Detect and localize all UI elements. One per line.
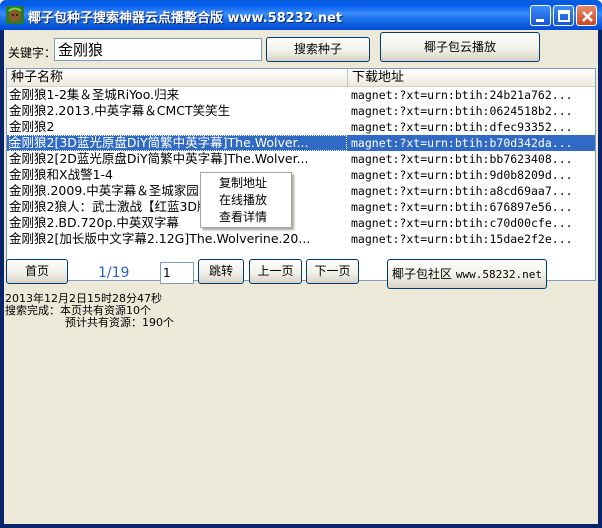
- minimize-icon: [536, 19, 544, 22]
- column-header-address[interactable]: 下载地址: [348, 69, 595, 87]
- first-page-button[interactable]: 首页: [6, 259, 68, 284]
- menu-item-view-details[interactable]: 查看详情: [201, 209, 291, 226]
- table-row[interactable]: 金刚狼2[2D蓝光原盘DiY简繁中英字幕]The.Wolver... magnet…: [7, 151, 595, 167]
- search-torrent-button[interactable]: 搜索种子: [266, 37, 370, 62]
- page-indicator: 1/19: [98, 265, 130, 281]
- torrent-name: 金刚狼2[加长版中文字幕2.12G]The.Wolverine.20...: [9, 231, 311, 246]
- magnet-link: magnet:?xt=urn:btih:0624518b2...: [351, 104, 573, 118]
- magnet-link: magnet:?xt=urn:btih:bb7623408...: [351, 152, 573, 166]
- prev-page-button[interactable]: 上一页: [249, 259, 302, 284]
- torrent-name: 金刚狼2[2D蓝光原盘DiY简繁中英字幕]The.Wolver...: [9, 151, 309, 166]
- list-rows: 金刚狼1-2集＆圣城RiYoo.归来 magnet:?xt=urn:btih:24…: [7, 87, 595, 247]
- torrent-name: 金刚狼1-2集＆圣城RiYoo.归来: [9, 87, 180, 102]
- log-total-count: 预计共有资源：190个: [65, 316, 174, 329]
- table-row[interactable]: 金刚狼.2009.中英字幕＆圣城家园 magnet:?xt=urn:btih:a8…: [7, 183, 595, 199]
- table-row[interactable]: 金刚狼2 magnet:?xt=urn:btih:dfec93352...: [7, 119, 595, 135]
- cloud-play-button[interactable]: 椰子包云播放: [380, 32, 540, 62]
- torrent-name: 金刚狼.2009.中英字幕＆圣城家园: [9, 183, 199, 198]
- close-icon: [582, 11, 593, 22]
- magnet-link: magnet:?xt=urn:btih:24b21a762...: [351, 88, 573, 102]
- magnet-link: magnet:?xt=urn:btih:9d0b8209d...: [351, 168, 573, 182]
- title-bar[interactable]: 椰子包种子搜索神器云点播整合版 www.58232.net: [0, 0, 602, 30]
- keyword-input[interactable]: [54, 38, 262, 61]
- community-label: 椰子包社区: [392, 267, 453, 281]
- column-header-name[interactable]: 种子名称: [7, 69, 348, 87]
- torrent-name: 金刚狼2.2013.中英字幕＆CMCT笑笑生: [9, 103, 231, 118]
- table-row[interactable]: 金刚狼和X战警1-4 magnet:?xt=urn:btih:9d0b8209d.…: [7, 167, 595, 183]
- community-url: www.58232.net: [455, 268, 542, 281]
- table-row[interactable]: 金刚狼1-2集＆圣城RiYoo.归来 magnet:?xt=urn:btih:24…: [7, 87, 595, 103]
- community-button[interactable]: 椰子包社区 www.58232.net: [387, 259, 547, 289]
- torrent-name: 金刚狼和X战警1-4: [9, 167, 113, 182]
- window-title: 椰子包种子搜索神器云点播整合版 www.58232.net: [28, 11, 343, 26]
- table-row-selected[interactable]: 金刚狼2[3D蓝光原盘DiY简繁中英字幕]The.Wolver... magnet…: [7, 135, 595, 151]
- table-row[interactable]: 金刚狼2.BD.720p.中英双字幕 magnet:?xt=urn:btih:c7…: [7, 215, 595, 231]
- table-row[interactable]: 金刚狼2狼人：武士激战【红蓝3D版】 magnet:?xt=urn:btih:67…: [7, 199, 595, 215]
- app-window: 椰子包种子搜索神器云点播整合版 www.58232.net 关键字： 搜索种子 …: [0, 0, 602, 528]
- context-menu: 复制地址 在线播放 查看详情: [200, 172, 292, 228]
- list-header: 种子名称 下载地址: [7, 69, 595, 87]
- magnet-link: magnet:?xt=urn:btih:676897e56...: [351, 200, 573, 214]
- coconut-app-icon: [6, 6, 24, 24]
- table-row[interactable]: 金刚狼2[加长版中文字幕2.12G]The.Wolverine.20... mag…: [7, 231, 595, 247]
- minimize-button[interactable]: [530, 5, 551, 26]
- magnet-link: magnet:?xt=urn:btih:15dae2f2e...: [351, 232, 573, 246]
- menu-item-play-online[interactable]: 在线播放: [201, 192, 291, 209]
- torrent-name: 金刚狼2: [9, 119, 55, 134]
- next-page-button[interactable]: 下一页: [306, 259, 359, 284]
- torrent-name: 金刚狼2[3D蓝光原盘DiY简繁中英字幕]The.Wolver...: [9, 135, 347, 151]
- magnet-link: magnet:?xt=urn:btih:a8cd69aa7...: [351, 184, 573, 198]
- torrent-list[interactable]: 种子名称 下载地址 金刚狼1-2集＆圣城RiYoo.归来 magnet:?xt=u…: [6, 68, 596, 281]
- maximize-button[interactable]: [553, 5, 574, 26]
- status-log: 2013年12月2日15时28分47秒 搜索完成：本页共有资源10个 预计共有资…: [4, 293, 598, 524]
- keyword-label: 关键字：: [8, 46, 57, 60]
- torrent-name: 金刚狼2.BD.720p.中英双字幕: [9, 215, 179, 230]
- menu-item-copy-address[interactable]: 复制地址: [201, 175, 291, 192]
- torrent-name: 金刚狼2狼人：武士激战【红蓝3D版】: [9, 199, 223, 214]
- magnet-link: magnet:?xt=urn:btih:dfec93352...: [351, 120, 573, 134]
- page-number-input[interactable]: [160, 262, 194, 284]
- table-row[interactable]: 金刚狼2.2013.中英字幕＆CMCT笑笑生 magnet:?xt=urn:bti…: [7, 103, 595, 119]
- close-button[interactable]: [576, 5, 597, 26]
- client-area: 关键字： 搜索种子 椰子包云播放 种子名称 下载地址 金刚狼1-2集＆圣城RiY…: [4, 30, 598, 524]
- maximize-icon: [558, 10, 570, 22]
- magnet-link: magnet:?xt=urn:btih:c70d00cfe...: [351, 216, 573, 230]
- magnet-link: magnet:?xt=urn:btih:b70d342da...: [351, 136, 573, 150]
- jump-button[interactable]: 跳转: [198, 259, 244, 284]
